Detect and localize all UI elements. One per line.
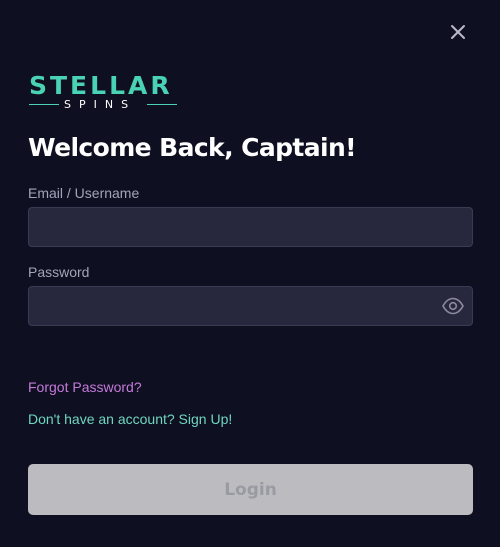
- logo-line-left: [29, 104, 59, 105]
- eye-icon: [442, 297, 464, 315]
- login-button[interactable]: Login: [28, 464, 473, 515]
- logo-wordmark-bottom: SPINS: [64, 98, 137, 111]
- password-label: Password: [28, 264, 90, 280]
- login-modal: STELLAR SPINS Welcome Back, Captain! Ema…: [0, 0, 500, 547]
- show-password-toggle[interactable]: [441, 295, 465, 317]
- email-label: Email / Username: [28, 185, 140, 201]
- password-input[interactable]: [28, 286, 473, 326]
- email-input[interactable]: [28, 207, 473, 247]
- signup-link[interactable]: Don't have an account? Sign Up!: [28, 410, 232, 428]
- close-button[interactable]: [448, 22, 468, 42]
- logo-wordmark-top: STELLAR: [29, 71, 173, 100]
- stellar-spins-logo: STELLAR SPINS: [29, 72, 179, 114]
- forgot-password-link[interactable]: Forgot Password?: [28, 378, 142, 396]
- close-icon: [451, 25, 465, 39]
- logo-line-right: [147, 104, 177, 105]
- page-title: Welcome Back, Captain!: [28, 133, 357, 162]
